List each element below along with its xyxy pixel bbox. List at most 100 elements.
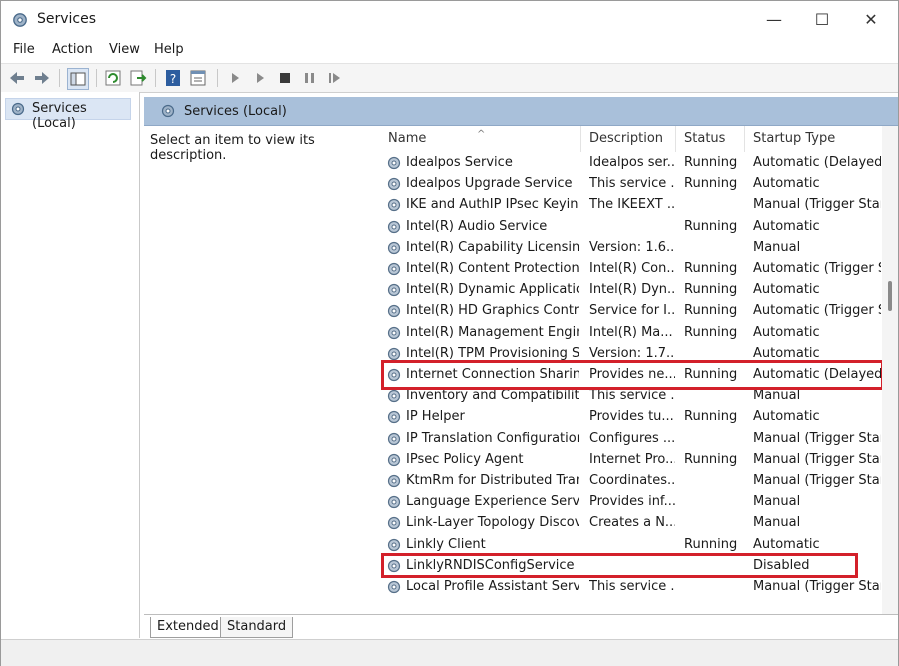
service-row[interactable]: Link-Layer Topology Discov... Creates a N… (380, 513, 881, 534)
service-startup-type: Automatic (753, 176, 820, 192)
service-status: Running (684, 451, 738, 467)
service-description: Creates a N... (589, 515, 675, 531)
service-name: Intel(R) Capability Licensing... (406, 239, 579, 255)
service-row[interactable]: Language Experience Service Provides inf.… (380, 492, 881, 513)
service-gear-icon (387, 156, 401, 170)
service-startup-type: Manual (753, 239, 801, 255)
pause-service-icon[interactable] (300, 68, 320, 88)
service-description: This service ... (589, 388, 675, 404)
status-bar (1, 639, 898, 666)
service-row[interactable]: Idealpos Upgrade Service This service ...… (380, 174, 881, 195)
pane-title: Services (Local) (184, 104, 287, 119)
service-row[interactable]: Idealpos Service Idealpos ser... Running Au… (380, 153, 881, 174)
service-description: Intel(R) Ma... (589, 324, 673, 340)
service-status: Running (684, 176, 738, 192)
service-name: Idealpos Upgrade Service (406, 176, 573, 192)
refresh-icon[interactable] (103, 68, 123, 88)
service-row[interactable]: IP Helper Provides tu... Running Automatic (380, 407, 881, 428)
service-name: Linkly Client (406, 536, 486, 552)
tree-item-label: Services (Local) (32, 101, 87, 131)
service-description: This service ... (589, 579, 675, 594)
service-startup-type: Manual (Trigger Start) (753, 473, 881, 488)
column-header-label: Name (388, 131, 427, 146)
highlight-internet-connection-sharing (381, 360, 884, 390)
start-service-icon[interactable] (225, 68, 245, 88)
maximize-button[interactable]: ☐ (809, 9, 835, 31)
minimize-button[interactable]: — (761, 9, 787, 31)
properties-icon[interactable] (188, 68, 208, 88)
close-button[interactable]: ✕ (858, 9, 884, 31)
service-startup-type: Manual (Trigger Start) (753, 197, 881, 213)
service-gear-icon (387, 220, 401, 233)
service-description: This service ... (589, 176, 675, 192)
menu-file[interactable]: File (13, 42, 35, 57)
view-tabs: Extended Standard (144, 614, 898, 639)
service-row[interactable]: IKE and AuthIP IPsec Keying... The IKEEXT… (380, 195, 881, 216)
back-arrow-icon[interactable] (7, 68, 27, 88)
column-header-description[interactable]: Description (581, 126, 676, 152)
service-description: Coordinates... (589, 473, 675, 488)
service-row[interactable]: IPsec Policy Agent Internet Pro... Running… (380, 450, 881, 471)
service-gear-icon (387, 326, 401, 339)
service-status: Running (684, 282, 738, 298)
service-description: Service for I... (589, 303, 675, 319)
service-gear-icon (387, 580, 401, 594)
service-startup-type: Automatic (753, 324, 820, 340)
services-gear-icon (13, 13, 27, 27)
stop-service-icon[interactable] (275, 68, 295, 88)
menu-view[interactable]: View (109, 42, 140, 57)
service-row[interactable]: Intel(R) Capability Licensing... Version:… (380, 238, 881, 259)
pane-header: Services (Local) (144, 97, 898, 126)
service-row[interactable]: Local Profile Assistant Service This serv… (380, 577, 881, 598)
service-gear-icon (387, 517, 401, 530)
menu-help[interactable]: Help (154, 42, 184, 57)
menu-action[interactable]: Action (52, 42, 93, 57)
toolbar-separator (59, 69, 60, 87)
tab-standard[interactable]: Standard (220, 617, 294, 638)
service-status: Running (684, 324, 738, 340)
column-header-status[interactable]: Status (676, 126, 745, 152)
export-list-icon[interactable] (128, 68, 148, 88)
service-status: Running (684, 218, 738, 234)
show-console-tree-icon[interactable] (67, 68, 89, 90)
service-name: Local Profile Assistant Service (406, 579, 579, 594)
service-description: Configures ... (589, 430, 675, 446)
service-row[interactable]: Intel(R) Management Engin... Intel(R) Ma.… (380, 323, 881, 344)
start-icon[interactable] (250, 68, 270, 88)
service-description: Provides inf... (589, 494, 675, 510)
service-startup-type: Automatic (Trigger St (753, 303, 881, 319)
tree-item-services-local[interactable]: Services (Local) (5, 98, 131, 131)
service-status: Running (684, 261, 738, 276)
forward-arrow-icon[interactable] (32, 68, 52, 88)
console-tree: Services (Local) (1, 92, 140, 638)
service-gear-icon (387, 262, 401, 276)
service-gear-icon (387, 178, 401, 191)
service-startup-type: Manual (Trigger Start) (753, 579, 881, 594)
title-bar: Services — ☐ ✕ (1, 1, 898, 39)
column-header-name[interactable]: ^ Name (380, 126, 581, 152)
service-gear-icon (387, 474, 401, 488)
service-startup-type: Automatic (753, 218, 820, 234)
tab-extended[interactable]: Extended (150, 617, 226, 638)
column-header-startup-type[interactable]: Startup Type (745, 126, 881, 152)
column-header-label: Startup Type (753, 131, 836, 146)
service-gear-icon (387, 199, 401, 212)
service-row[interactable]: Intel(R) HD Graphics Contro... Service fo… (380, 301, 881, 322)
menu-bar: File Action View Help (1, 39, 898, 61)
vertical-scrollbar[interactable] (882, 126, 898, 614)
service-row[interactable]: KtmRm for Distributed Tran... Coordinates… (380, 471, 881, 492)
service-gear-icon (387, 390, 401, 403)
service-row[interactable]: IP Translation Configuration... Configure… (380, 429, 881, 450)
service-row[interactable]: Intel(R) Dynamic Applicatio... Intel(R) D… (380, 280, 881, 301)
restart-service-icon[interactable] (325, 68, 345, 88)
service-row[interactable]: Intel(R) Audio Service Running Automatic (380, 217, 881, 238)
service-row[interactable]: Intel(R) Content Protection ... Intel(R) … (380, 259, 881, 280)
service-gear-icon (387, 284, 401, 297)
column-header-label: Status (684, 131, 726, 146)
help-icon[interactable]: ? (163, 68, 183, 88)
description-pane: Select an item to view its description. (144, 126, 378, 614)
service-gear-icon (387, 411, 401, 424)
scrollbar-thumb[interactable] (888, 281, 892, 311)
service-gear-icon (387, 496, 401, 509)
services-window: Services — ☐ ✕ File Action View Help ? S… (0, 0, 899, 666)
